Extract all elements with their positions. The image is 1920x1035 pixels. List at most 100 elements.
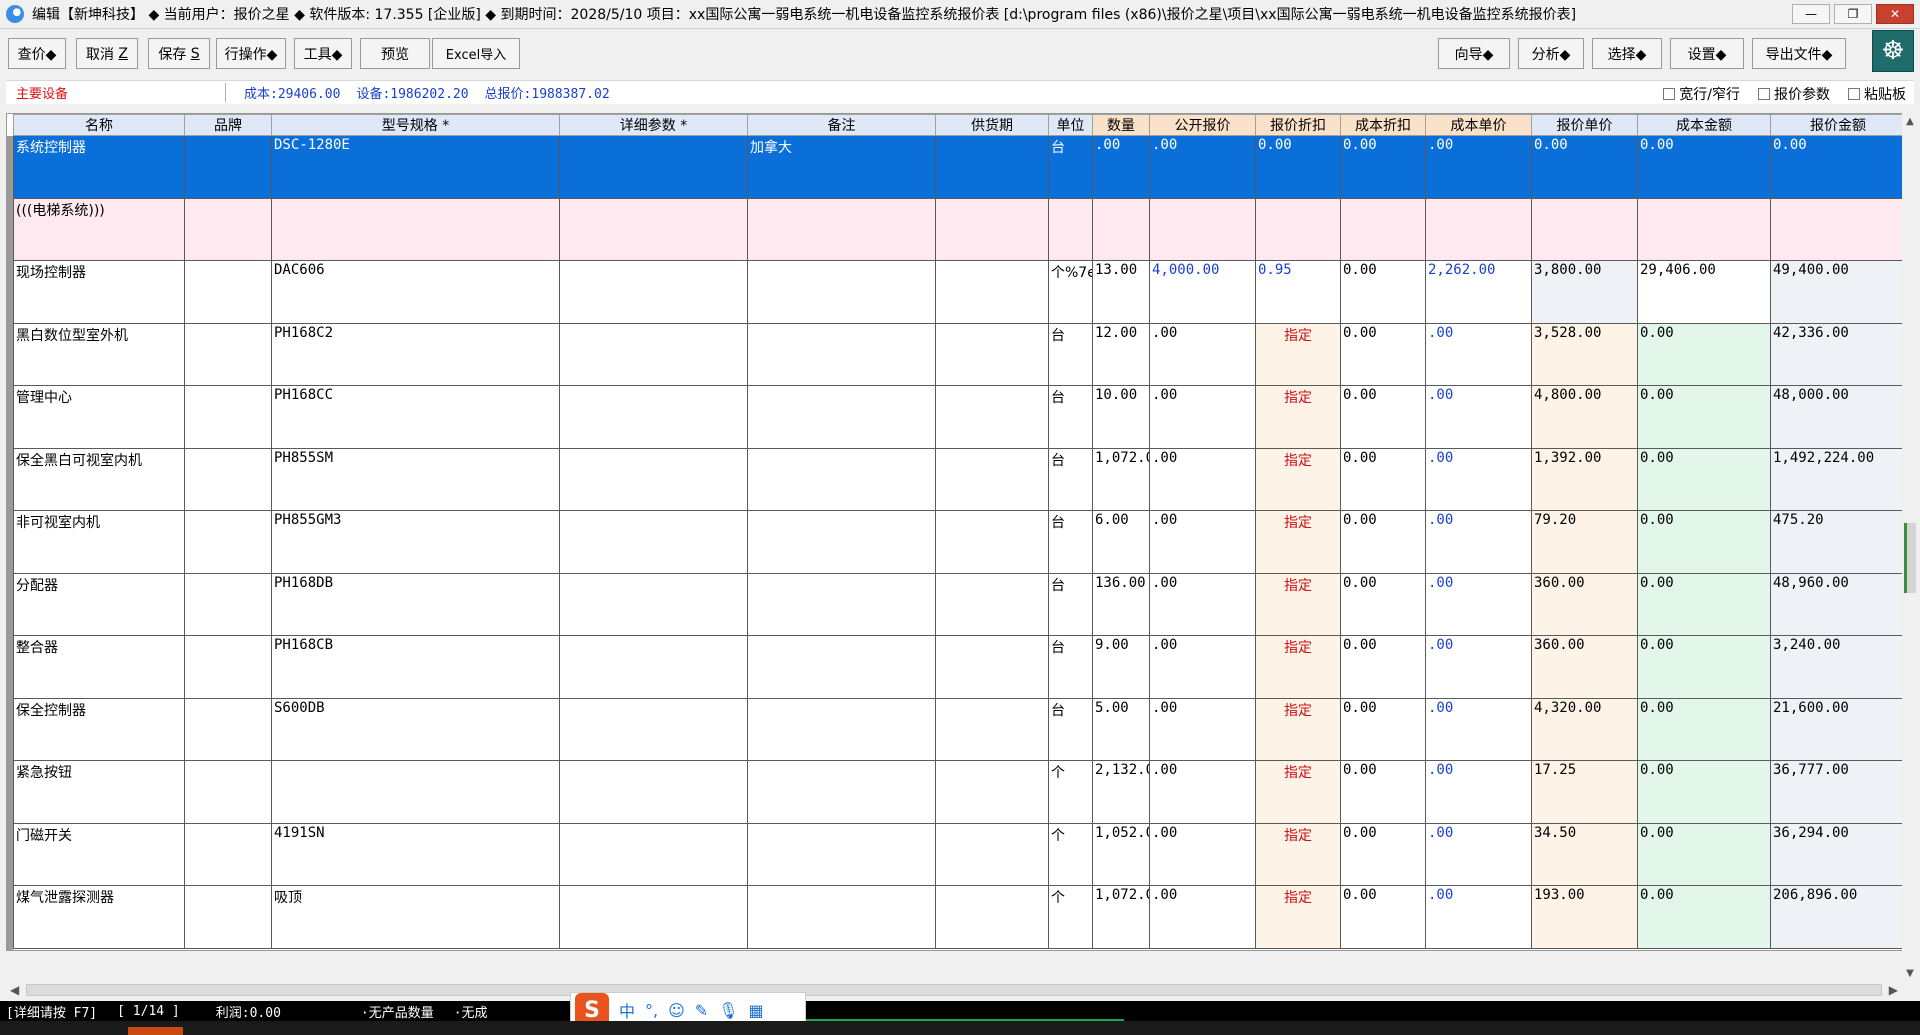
- cell-disc[interactable]: [1255, 197, 1341, 261]
- cell-unit[interactable]: 台: [1048, 635, 1093, 699]
- scroll-right-icon[interactable]: ▶: [1889, 983, 1898, 997]
- cell-note[interactable]: [747, 510, 936, 574]
- export-file-button[interactable]: 导出文件◆: [1752, 38, 1846, 69]
- cell-brand[interactable]: [184, 572, 272, 636]
- cell-qty[interactable]: 13.00: [1092, 260, 1150, 324]
- cell-camt[interactable]: 0.00: [1637, 697, 1771, 761]
- wizard-button[interactable]: 向导◆: [1438, 38, 1510, 69]
- table-row[interactable]: 保全控制器 S600DB 台 5.00.00 指定 0.00.00 4,320.00 0.00…: [13, 697, 1905, 761]
- clipboard-checkbox-box[interactable]: [1848, 88, 1860, 100]
- cell-qunit[interactable]: 3,528.00: [1531, 322, 1638, 386]
- cell-params[interactable]: [559, 572, 748, 636]
- cell-supply[interactable]: [935, 697, 1049, 761]
- cell-note[interactable]: [747, 885, 936, 949]
- table-row[interactable]: 分配器 PH168DB 台 136.00.00 指定 0.00.00 360.00 0.00 4…: [13, 572, 1905, 636]
- cell-qty[interactable]: 12.00: [1092, 322, 1150, 386]
- tools-button[interactable]: 工具◆: [294, 38, 352, 69]
- cell-name[interactable]: 现场控制器: [13, 260, 185, 324]
- cell-name[interactable]: 保全黑白可视室内机: [13, 447, 185, 511]
- cell-qamt[interactable]: 1,492,224.00: [1770, 447, 1905, 511]
- cell-model[interactable]: DAC606: [271, 260, 560, 324]
- cell-disc[interactable]: 0.95: [1255, 260, 1341, 324]
- cell-cunit[interactable]: .00: [1425, 635, 1532, 699]
- cell-qunit[interactable]: 4,320.00: [1531, 697, 1638, 761]
- cell-model[interactable]: PH855SM: [271, 447, 560, 511]
- cell-model[interactable]: PH168CB: [271, 635, 560, 699]
- emoji-icon[interactable]: ☺: [668, 1001, 685, 1020]
- column-header[interactable]: 名称: [13, 114, 185, 136]
- column-header[interactable]: 公开报价: [1149, 114, 1256, 136]
- cell-brand[interactable]: [184, 697, 272, 761]
- cell-supply[interactable]: [935, 197, 1049, 261]
- quote-params-checkbox[interactable]: 报价参数: [1758, 84, 1830, 104]
- cell-qamt[interactable]: 42,336.00: [1770, 322, 1905, 386]
- cell-qunit[interactable]: 1,392.00: [1531, 447, 1638, 511]
- cell-camt[interactable]: [1637, 197, 1771, 261]
- cell-qty[interactable]: 5.00: [1092, 697, 1150, 761]
- cell-unit[interactable]: 台: [1048, 510, 1093, 574]
- row-width-checkbox-box[interactable]: [1663, 88, 1676, 100]
- cell-cunit[interactable]: .00: [1425, 322, 1532, 386]
- cell-list[interactable]: .00: [1149, 322, 1256, 386]
- cell-list[interactable]: .00: [1149, 572, 1256, 636]
- cancel-button[interactable]: 取消 Z: [76, 38, 138, 69]
- cell-cdisc[interactable]: 0.00: [1340, 135, 1426, 199]
- cell-qty[interactable]: 136.00: [1092, 572, 1150, 636]
- cell-brand[interactable]: [184, 197, 272, 261]
- column-header[interactable]: 报价金额: [1770, 114, 1905, 136]
- cell-cunit[interactable]: .00: [1425, 447, 1532, 511]
- cell-brand[interactable]: [184, 260, 272, 324]
- table-row[interactable]: 门磁开关 4191SN 个 1,052.0.00 指定 0.00.00 34.50 0.00 3…: [13, 822, 1905, 886]
- cell-model[interactable]: PH168CC: [271, 385, 560, 449]
- cell-qamt[interactable]: 48,960.00: [1770, 572, 1905, 636]
- cell-cdisc[interactable]: 0.00: [1340, 635, 1426, 699]
- cell-unit[interactable]: 个: [1048, 822, 1093, 886]
- cell-name[interactable]: 门磁开关: [13, 822, 185, 886]
- cell-disc[interactable]: 指定: [1255, 385, 1341, 449]
- cell-qamt[interactable]: 206,896.00: [1770, 885, 1905, 949]
- cell-model[interactable]: PH168C2: [271, 322, 560, 386]
- cell-model[interactable]: 吸顶: [271, 885, 560, 949]
- cell-cunit[interactable]: [1425, 197, 1532, 261]
- cell-qamt[interactable]: 21,600.00: [1770, 697, 1905, 761]
- minimize-button[interactable]: —: [1792, 4, 1830, 24]
- cell-brand[interactable]: [184, 885, 272, 949]
- cell-cdisc[interactable]: 0.00: [1340, 572, 1426, 636]
- cell-list[interactable]: .00: [1149, 697, 1256, 761]
- table-row[interactable]: 现场控制器 DAC606 个%7e 13.00 4,000.00 0.95 0.00 2,26…: [13, 260, 1905, 324]
- cell-cunit[interactable]: .00: [1425, 135, 1532, 199]
- cell-qunit[interactable]: 193.00: [1531, 885, 1638, 949]
- cell-qty[interactable]: 1,072.0: [1092, 885, 1150, 949]
- cell-unit[interactable]: 台: [1048, 697, 1093, 761]
- cell-params[interactable]: [559, 322, 748, 386]
- cell-qamt[interactable]: 36,294.00: [1770, 822, 1905, 886]
- cell-camt[interactable]: 0.00: [1637, 760, 1771, 824]
- cell-qty[interactable]: 1,072.0: [1092, 447, 1150, 511]
- cell-unit[interactable]: 个: [1048, 760, 1093, 824]
- ime-punct-toggle[interactable]: °,: [645, 1001, 658, 1020]
- cell-qunit[interactable]: 79.20: [1531, 510, 1638, 574]
- row-width-checkbox[interactable]: 宽行/窄行: [1663, 84, 1740, 104]
- cell-list[interactable]: .00: [1149, 510, 1256, 574]
- cell-camt[interactable]: 0.00: [1637, 447, 1771, 511]
- cell-qunit[interactable]: 360.00: [1531, 572, 1638, 636]
- cell-list[interactable]: .00: [1149, 135, 1256, 199]
- cell-params[interactable]: [559, 635, 748, 699]
- select-button[interactable]: 选择◆: [1592, 38, 1662, 69]
- cell-cdisc[interactable]: 0.00: [1340, 260, 1426, 324]
- cell-cdisc[interactable]: 0.00: [1340, 322, 1426, 386]
- column-header[interactable]: 报价单价: [1531, 114, 1638, 136]
- scroll-down-icon[interactable]: ▼: [1902, 965, 1918, 981]
- cell-qamt[interactable]: 0.00: [1770, 135, 1905, 199]
- cell-qamt[interactable]: 49,400.00: [1770, 260, 1905, 324]
- cell-qunit[interactable]: 0.00: [1531, 135, 1638, 199]
- cell-supply[interactable]: [935, 447, 1049, 511]
- cell-qty[interactable]: 9.00: [1092, 635, 1150, 699]
- cell-note[interactable]: 加拿大: [747, 135, 936, 199]
- cell-camt[interactable]: 0.00: [1637, 322, 1771, 386]
- cell-qty[interactable]: 1,052.0: [1092, 822, 1150, 886]
- cell-supply[interactable]: [935, 885, 1049, 949]
- cell-model[interactable]: 4191SN: [271, 822, 560, 886]
- cell-disc[interactable]: 指定: [1255, 822, 1341, 886]
- cell-supply[interactable]: [935, 260, 1049, 324]
